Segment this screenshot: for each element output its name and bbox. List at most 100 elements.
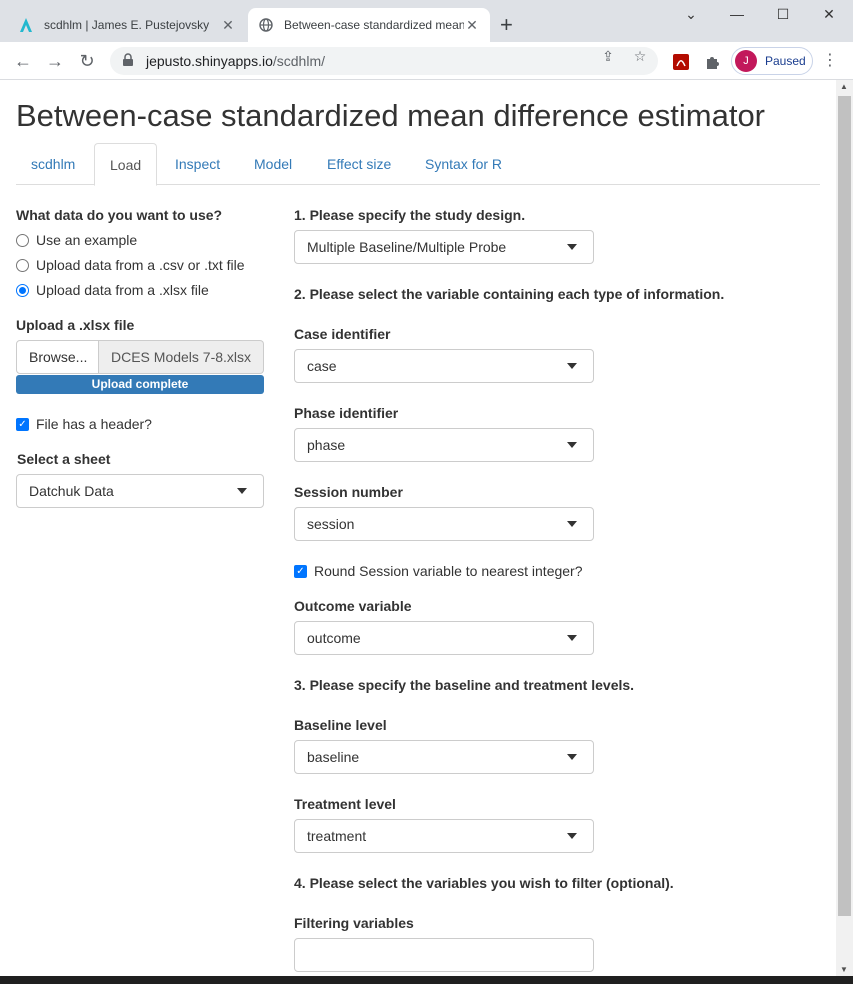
phase-select[interactable]: phase <box>294 428 594 462</box>
radio-use-example[interactable]: Use an example <box>16 232 137 248</box>
radio-button-selected[interactable] <box>16 283 29 297</box>
share-icon[interactable]: ⇪ <box>600 48 616 64</box>
filter-label: Filtering variables <box>294 915 414 931</box>
tab-model[interactable]: Model <box>239 143 307 185</box>
tab-scdhlm[interactable]: scdhlm <box>16 143 90 185</box>
browser-tab-strip: scdhlm | James E. Pustejovsky ✕ Between-… <box>0 0 853 42</box>
filter-variables-input[interactable] <box>294 938 594 972</box>
bookmark-star-icon[interactable]: ☆ <box>632 48 648 64</box>
session-label: Session number <box>294 484 403 500</box>
case-label: Case identifier <box>294 326 391 342</box>
profile-status: Paused <box>765 54 806 68</box>
page-scrollbar[interactable]: ▲ ▼ <box>836 80 853 976</box>
checkbox-label: Round Session variable to nearest intege… <box>314 563 583 579</box>
select-value: outcome <box>307 630 361 646</box>
scroll-up-icon[interactable]: ▲ <box>840 82 848 91</box>
back-icon[interactable]: ← <box>12 50 34 72</box>
chevron-down-icon <box>237 488 247 494</box>
browser-menu-icon[interactable]: ⋮ <box>822 52 838 70</box>
upload-progress-bar: Upload complete <box>16 375 264 394</box>
maximize-icon[interactable]: ☐ <box>772 6 794 24</box>
radio-label: Upload data from a .csv or .txt file <box>36 257 245 273</box>
header-checkbox-row[interactable]: ✓ File has a header? <box>16 416 152 432</box>
url-host: jepusto.shinyapps.io <box>146 53 273 69</box>
phase-label: Phase identifier <box>294 405 399 421</box>
upload-label: Upload a .xlsx file <box>16 317 135 333</box>
sheet-select[interactable]: Datchuk Data <box>16 474 264 508</box>
chevron-down-icon <box>567 833 577 839</box>
reload-icon[interactable]: ↻ <box>76 50 98 72</box>
shinyapps-favicon-icon <box>18 17 34 33</box>
scrollbar-thumb[interactable] <box>838 96 851 916</box>
select-value: phase <box>307 437 346 453</box>
select-value: treatment <box>307 828 367 844</box>
browser-tab-estimator[interactable]: Between-case standardized mean differenc… <box>248 8 490 42</box>
close-window-icon[interactable]: ✕ <box>818 6 840 24</box>
select-value: baseline <box>307 749 360 765</box>
chevron-down-icon <box>567 442 577 448</box>
step2-heading: 2. Please select the variable containing… <box>294 286 725 302</box>
avatar: J <box>735 50 757 72</box>
select-value: session <box>307 516 355 532</box>
treatment-label: Treatment level <box>294 796 396 812</box>
main-nav-tabs: scdhlm Load Inspect Model Effect size Sy… <box>16 143 820 186</box>
tab-search-chevron-icon[interactable]: ⌄ <box>680 6 702 24</box>
uploaded-file-name: DCES Models 7-8.xlsx <box>99 340 264 374</box>
step1-heading: 1. Please specify the study design. <box>294 207 526 223</box>
sheet-label: Select a sheet <box>17 451 111 467</box>
step3-heading: 3. Please specify the baseline and treat… <box>294 677 635 693</box>
page-title: Between-case standardized mean differenc… <box>16 98 766 133</box>
design-select[interactable]: Multiple Baseline/Multiple Probe <box>294 230 594 264</box>
chevron-down-icon <box>567 754 577 760</box>
tab-load[interactable]: Load <box>94 143 158 186</box>
checkbox-checked[interactable]: ✓ <box>294 564 307 578</box>
file-upload-input[interactable]: Browse... DCES Models 7-8.xlsx <box>16 340 264 374</box>
outcome-label: Outcome variable <box>294 598 412 614</box>
checkbox-label: File has a header? <box>36 416 152 432</box>
checkbox-checked[interactable]: ✓ <box>16 417 29 431</box>
chevron-down-icon <box>567 635 577 641</box>
radio-button[interactable] <box>16 233 29 247</box>
chevron-down-icon <box>567 363 577 369</box>
select-value: Datchuk Data <box>29 483 114 499</box>
round-session-checkbox-row[interactable]: ✓ Round Session variable to nearest inte… <box>294 563 583 579</box>
case-select[interactable]: case <box>294 349 594 383</box>
new-tab-icon[interactable]: + <box>500 14 513 36</box>
pdf-extension-icon[interactable] <box>672 53 690 71</box>
select-value: Multiple Baseline/Multiple Probe <box>307 239 507 255</box>
url-path: /scdhlm/ <box>272 53 325 69</box>
baseline-label: Baseline level <box>294 717 387 733</box>
radio-label: Upload data from a .xlsx file <box>36 282 209 298</box>
forward-icon[interactable]: → <box>44 50 66 72</box>
extensions-puzzle-icon[interactable] <box>704 53 722 71</box>
radio-upload-xlsx[interactable]: Upload data from a .xlsx file <box>16 282 209 298</box>
profile-button[interactable]: J Paused <box>731 47 813 75</box>
session-select[interactable]: session <box>294 507 594 541</box>
browse-button[interactable]: Browse... <box>16 340 99 374</box>
baseline-select[interactable]: baseline <box>294 740 594 774</box>
chevron-down-icon <box>567 521 577 527</box>
tab-inspect[interactable]: Inspect <box>160 143 235 185</box>
address-bar[interactable]: jepusto.shinyapps.io/scdhlm/ <box>110 47 658 75</box>
close-tab-icon[interactable]: ✕ <box>464 17 480 34</box>
globe-icon <box>258 17 274 33</box>
radio-button[interactable] <box>16 258 29 272</box>
outcome-select[interactable]: outcome <box>294 621 594 655</box>
radio-label: Use an example <box>36 232 138 248</box>
tab-syntax-for-r[interactable]: Syntax for R <box>410 143 517 185</box>
browser-tab-title: Between-case standardized mean differenc… <box>284 18 464 32</box>
minimize-icon[interactable]: — <box>726 6 748 24</box>
lock-icon <box>122 52 138 70</box>
browser-toolbar: ← → ↻ jepusto.shinyapps.io/scdhlm/ ⇪ ☆ J… <box>0 42 853 80</box>
data-source-label: What data do you want to use? <box>16 207 223 223</box>
close-tab-icon[interactable]: ✕ <box>220 17 236 34</box>
browser-tab-scdhlm[interactable]: scdhlm | James E. Pustejovsky ✕ <box>8 8 246 42</box>
scroll-down-icon[interactable]: ▼ <box>840 965 848 974</box>
select-value: case <box>307 358 337 374</box>
treatment-select[interactable]: treatment <box>294 819 594 853</box>
radio-upload-csv[interactable]: Upload data from a .csv or .txt file <box>16 257 245 273</box>
tab-effect-size[interactable]: Effect size <box>312 143 406 185</box>
browser-tab-title: scdhlm | James E. Pustejovsky <box>44 18 210 32</box>
step4-heading: 4. Please select the variables you wish … <box>294 875 674 891</box>
os-taskbar <box>0 976 853 984</box>
